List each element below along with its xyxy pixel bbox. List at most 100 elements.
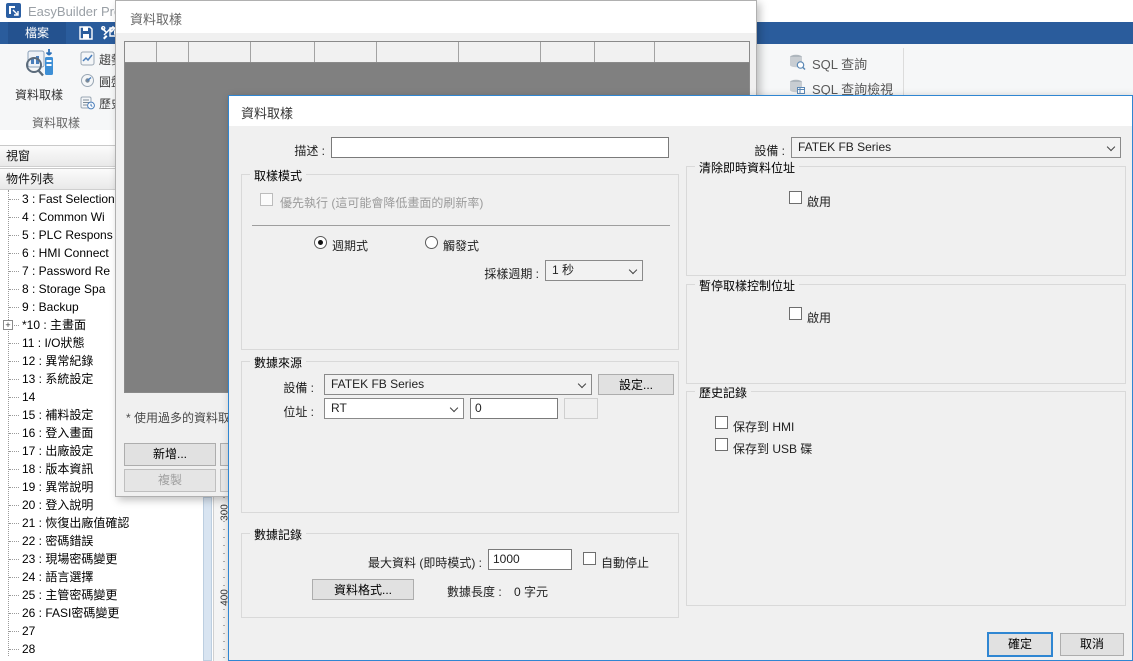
edit-dialog-titlebar[interactable]: 資料取樣 — [229, 96, 1132, 126]
data-source-group: 數據來源 設備 : FATEK FB Series 設定... 位址 : RT … — [241, 361, 679, 513]
period-value: 1 秒 — [552, 263, 574, 277]
new-button[interactable]: 新增... — [124, 443, 216, 466]
device-value: FATEK FB Series — [798, 140, 891, 154]
data-length-label: 數據長度 : — [447, 583, 502, 600]
address-input[interactable]: 0 — [470, 398, 558, 419]
tree-item-label: 13 : 系統設定 — [22, 372, 93, 386]
column-header[interactable] — [251, 42, 315, 62]
tree-item-label: 23 : 現場密碼變更 — [22, 552, 117, 566]
period-select[interactable]: 1 秒 — [545, 260, 643, 281]
tree-item-label: 28 — [22, 642, 35, 656]
address-label: 位址 : — [262, 403, 314, 420]
save-hmi-checkbox[interactable] — [715, 416, 728, 429]
tree-item-label: 12 : 異常紀錄 — [22, 354, 93, 368]
tree-item-label: 7 : Password Re — [22, 264, 110, 278]
tree-item-label: 24 : 語言選擇 — [22, 570, 93, 584]
dial-icon — [80, 73, 95, 91]
periodic-radio[interactable] — [314, 236, 327, 249]
tree-item[interactable]: 20 : 登入說明 — [0, 496, 202, 514]
tree-item-label: 5 : PLC Respons — [22, 228, 113, 242]
tree-item[interactable]: 21 : 恢復出廠值確認 — [0, 514, 202, 532]
column-header[interactable] — [377, 42, 459, 62]
clear-realtime-group: 清除即時資料位址 啟用 — [686, 166, 1126, 276]
tree-item-label: 14 — [22, 390, 35, 404]
data-sampling-icon — [22, 70, 56, 84]
column-header[interactable] — [595, 42, 655, 62]
column-header[interactable] — [157, 42, 189, 62]
max-data-input[interactable]: 1000 — [488, 549, 572, 570]
column-header[interactable] — [189, 42, 251, 62]
tree-item[interactable]: 22 : 密碼錯誤 — [0, 532, 202, 550]
device-label: 設備 : — [715, 142, 785, 159]
source-device-label: 設備 : — [262, 379, 314, 396]
description-label: 描述 : — [255, 142, 325, 159]
editor-scrollbar[interactable] — [203, 497, 212, 661]
tree-item-label: *10 : 主畫面 — [22, 318, 86, 332]
tree-item-label: 8 : Storage Spa — [22, 282, 105, 296]
sql-query-button[interactable]: SQL 查詢 — [788, 52, 867, 74]
ribbon-group-label: 資料取樣 — [0, 114, 112, 131]
save-hmi-label: 保存到 HMI — [733, 418, 794, 435]
data-source-group-label: 數據來源 — [250, 354, 306, 371]
tree-item-label: 22 : 密碼錯誤 — [22, 534, 93, 548]
data-format-button[interactable]: 資料格式... — [312, 579, 414, 600]
data-sampling-edit-dialog: 資料取樣 描述 : 設備 : FATEK FB Series 取樣模式 優先執行… — [228, 95, 1133, 661]
copy-button[interactable]: 複製 — [124, 469, 216, 492]
app-icon — [6, 3, 21, 18]
window-title: EasyBuilder Pro : — [28, 4, 128, 19]
hold-sampling-enable-checkbox[interactable] — [789, 307, 802, 320]
chevron-down-icon — [629, 266, 637, 274]
data-length-value: 0 字元 — [514, 583, 548, 600]
trigger-radio-label: 觸發式 — [443, 237, 479, 254]
source-device-select[interactable]: FATEK FB Series — [324, 374, 592, 395]
ok-button[interactable]: 確定 — [987, 632, 1053, 657]
save-usb-label: 保存到 USB 碟 — [733, 440, 812, 457]
clear-realtime-enable-label: 啟用 — [807, 193, 831, 210]
tree-item[interactable]: 23 : 現場密碼變更 — [0, 550, 202, 568]
tree-item-label: 4 : Common Wi — [22, 210, 105, 224]
tab-file[interactable]: 檔案 — [8, 22, 66, 44]
description-input[interactable] — [331, 137, 669, 158]
tree-item-label: 6 : HMI Connect — [22, 246, 109, 260]
address-type-value: RT — [331, 401, 347, 415]
list-dialog-footnote: * 使用過多的資料取 — [126, 409, 230, 426]
column-header[interactable] — [459, 42, 541, 62]
tree-item-label: 11 : I/O狀態 — [22, 336, 84, 350]
tree-item-label: 17 : 出廠設定 — [22, 444, 93, 458]
expand-plus-icon[interactable]: + — [3, 320, 13, 330]
easybuilder-window: EasyBuilder Pro : 檔案 — [0, 0, 1133, 661]
group-separator — [252, 225, 670, 226]
hold-sampling-group: 暫停取樣控制位址 啟用 — [686, 284, 1126, 384]
trigger-radio[interactable] — [425, 236, 438, 249]
tree-item[interactable]: 24 : 語言選擇 — [0, 568, 202, 586]
tree-item-label: 20 : 登入說明 — [22, 498, 93, 512]
save-usb-checkbox[interactable] — [715, 438, 728, 451]
sampling-mode-group-label: 取樣模式 — [250, 167, 306, 184]
device-select[interactable]: FATEK FB Series — [791, 137, 1121, 158]
cancel-button[interactable]: 取消 — [1060, 633, 1124, 656]
max-data-label: 最大資料 (即時模式) : — [342, 554, 482, 571]
tree-item[interactable]: 25 : 主管密碼變更 — [0, 586, 202, 604]
tree-item-label: 27 — [22, 624, 35, 638]
column-header[interactable] — [315, 42, 377, 62]
tree-item[interactable]: 26 : FASI密碼變更 — [0, 604, 202, 622]
column-header[interactable] — [125, 42, 157, 62]
tree-item-label: 9 : Backup — [22, 300, 79, 314]
auto-stop-checkbox[interactable] — [583, 552, 596, 565]
sql-query-icon — [788, 53, 806, 74]
data-sampling-big-button[interactable]: 資料取樣 — [6, 47, 72, 113]
tree-item[interactable]: 27 — [0, 622, 202, 640]
tree-item[interactable]: 28 — [0, 640, 202, 658]
tree-item-label: 15 : 補料設定 — [22, 408, 93, 422]
tree-item-label: 21 : 恢復出廠值確認 — [22, 516, 129, 530]
save-icon[interactable] — [78, 25, 94, 41]
settings-button[interactable]: 設定... — [598, 374, 674, 395]
column-header[interactable] — [541, 42, 595, 62]
clear-realtime-enable-checkbox[interactable] — [789, 191, 802, 204]
data-record-group: 數據記錄 最大資料 (即時模式) : 1000 自動停止 資料格式... 數據長… — [241, 533, 679, 618]
data-sampling-big-label: 資料取樣 — [6, 86, 72, 103]
list-dialog-titlebar[interactable]: 資料取樣 — [116, 1, 756, 33]
priority-checkbox-label: 優先執行 (這可能會降低畫面的刷新率) — [280, 194, 483, 211]
address-type-select[interactable]: RT — [324, 398, 464, 419]
trend-icon — [80, 51, 95, 69]
